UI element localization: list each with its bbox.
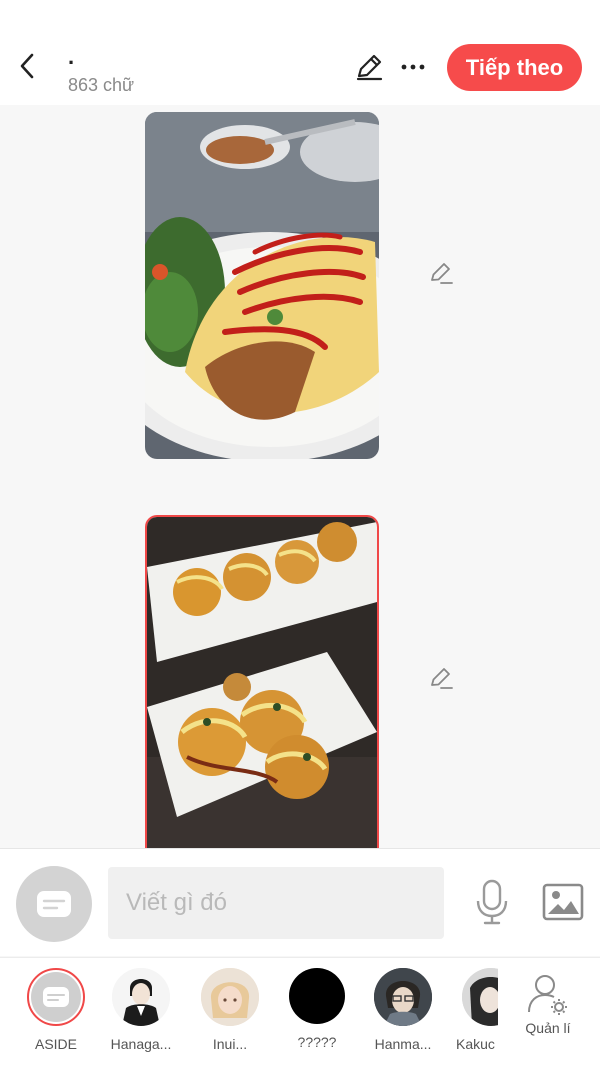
image-card[interactable] (145, 112, 379, 459)
chat-bubble-icon (37, 891, 71, 917)
pencil-icon (431, 263, 453, 284)
user-settings-icon (528, 975, 567, 1015)
manage-label: Quản lí (525, 1020, 571, 1036)
omurice-image (145, 112, 379, 459)
edit-image-button[interactable] (428, 664, 454, 690)
avatar (27, 968, 85, 1026)
microphone-button[interactable] (474, 879, 510, 925)
word-count: 863 chữ (68, 75, 135, 95)
character-name: Hanma... (374, 1036, 432, 1052)
story-content[interactable] (0, 105, 600, 848)
next-button[interactable]: Tiếp theo (447, 44, 582, 91)
takoyaki-image (147, 517, 377, 848)
character-name: ????? (297, 1034, 337, 1050)
message-input[interactable] (108, 867, 444, 939)
character-item[interactable]: Hanaga... (101, 968, 181, 1052)
edit-image-button[interactable] (428, 259, 454, 285)
character-name: Hanaga... (110, 1036, 172, 1052)
avatar (112, 968, 170, 1026)
avatar (374, 968, 432, 1026)
image-icon (542, 883, 584, 921)
aside-toggle-button[interactable] (16, 866, 92, 942)
avatar (201, 968, 259, 1026)
avatar (462, 968, 498, 1026)
message-composer (0, 848, 600, 956)
character-item[interactable]: Kakuc (448, 968, 498, 1052)
manage-characters-button[interactable]: Quản lí (508, 968, 588, 1036)
pencil-icon (356, 54, 383, 81)
top-bar: . 863 chữ Tiếp theo (0, 0, 600, 105)
character-name: ASIDE (34, 1036, 77, 1052)
edit-button[interactable] (352, 50, 386, 84)
character-item[interactable]: Inui... (190, 968, 270, 1052)
avatar (289, 968, 345, 1024)
microphone-icon (476, 879, 508, 925)
image-upload-button[interactable] (542, 883, 584, 921)
back-arrow-icon (20, 53, 34, 79)
pencil-icon (431, 668, 453, 689)
more-options-button[interactable] (398, 52, 428, 82)
character-item[interactable]: Hanma... (363, 968, 443, 1052)
story-title[interactable]: . (68, 46, 74, 68)
more-dots-icon (401, 64, 425, 70)
character-name: Inui... (212, 1036, 248, 1052)
back-button[interactable] (14, 50, 40, 82)
character-name: Kakuc (456, 1036, 495, 1052)
character-bar: ASIDE Hanaga... Inui... ????? Hanma... K… (0, 957, 600, 1067)
character-item[interactable]: ????? (277, 968, 357, 1050)
image-card-selected[interactable] (145, 515, 379, 848)
chat-bubble-icon (43, 987, 69, 1007)
character-aside[interactable]: ASIDE (16, 968, 96, 1052)
